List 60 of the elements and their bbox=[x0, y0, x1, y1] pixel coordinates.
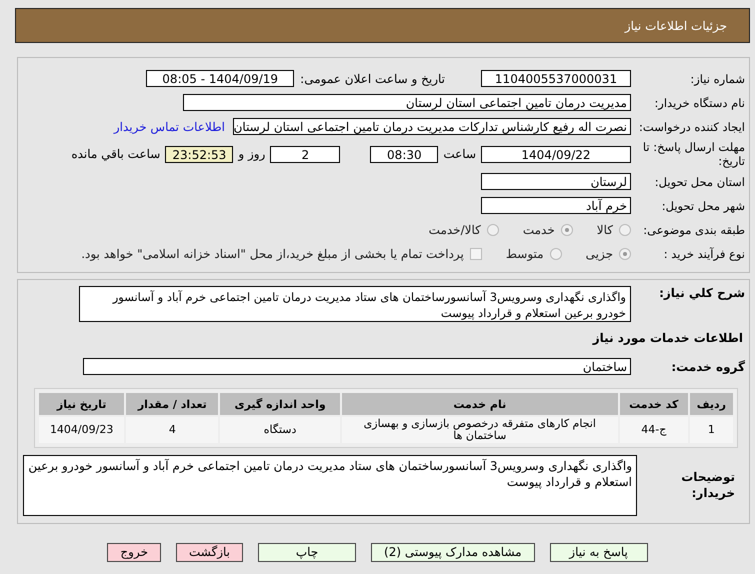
need-number-field: 1104005537000031 bbox=[481, 70, 631, 87]
column-header: تاریخ نیاز bbox=[39, 393, 124, 415]
action-button[interactable]: پاسخ به نیاز bbox=[550, 543, 648, 562]
field-label: ساعت باقي مانده bbox=[71, 147, 160, 161]
radio-button[interactable] bbox=[619, 248, 631, 260]
radio-label: کالا bbox=[596, 222, 613, 236]
page-title: جزئیات اطلاعات نیاز bbox=[624, 18, 727, 32]
column-header: تعداد / مقدار bbox=[126, 393, 218, 415]
notes-text-area[interactable]: واگذاری نگهداری وسرویس3 آسانسورساختمان های ستاد مدیریت درمان تامین اجتماعی خرم آباد و آسانسور خودرو برعین استعلام و قرارداد پیوست bbox=[23, 455, 637, 516]
field-label: ایجاد کننده درخواست: bbox=[638, 120, 746, 134]
table-cell: ج-44 bbox=[620, 417, 688, 443]
table-cell: 4 bbox=[126, 417, 218, 443]
checkbox[interactable] bbox=[470, 248, 482, 260]
action-button[interactable]: بازگشت bbox=[176, 543, 243, 562]
radio-button[interactable] bbox=[550, 248, 562, 260]
field-label: شماره نیاز: bbox=[689, 72, 746, 86]
action-button[interactable]: خروج bbox=[107, 543, 161, 562]
radio-button[interactable] bbox=[619, 224, 631, 236]
field-label: روز و bbox=[238, 147, 266, 161]
column-header: نام خدمت bbox=[342, 393, 618, 415]
field-label: استان محل تحویل: bbox=[654, 174, 746, 188]
province-field: لرستان bbox=[481, 173, 631, 190]
field-label: ساعت bbox=[443, 147, 476, 161]
remaining-time-field: 23:52:53 bbox=[165, 146, 234, 162]
radio-button[interactable] bbox=[486, 224, 499, 236]
table-cell: 1404/09/23 bbox=[39, 417, 124, 443]
action-button[interactable]: مشاهده مدارک پیوستی (2) bbox=[371, 543, 535, 562]
field-label: شهر محل تحویل: bbox=[660, 198, 746, 212]
field-label: شرح کلي نياز: bbox=[658, 286, 746, 300]
radio-label: کالا/خدمت bbox=[428, 222, 481, 236]
deadline-date-field: 1404/09/22 bbox=[481, 146, 631, 162]
field-label: توضیحات خریدار: bbox=[680, 469, 736, 501]
deadline-time-field: 08:30 bbox=[370, 146, 438, 162]
table-cell: 1 bbox=[690, 417, 733, 443]
column-header: کد خدمت bbox=[620, 393, 688, 415]
field-label: تاریخ و ساعت اعلان عمومی: bbox=[300, 72, 445, 86]
checkbox-label: پرداخت تمام یا بخشی از مبلغ خرید،از محل "اسناد خزانه اسلامی" خواهد بود. bbox=[81, 246, 464, 260]
field-label: مهلت ارسال پاسخ: تا تاریخ: bbox=[642, 140, 746, 168]
days-field: 2 bbox=[270, 146, 340, 162]
table-cell: انجام کارهای متفرقه درخصوص بازسازی و بهسازی ساختمان ها bbox=[342, 417, 618, 443]
summary-text-area[interactable]: واگذاری نگهداری وسرویس3 آسانسورساختمان های ستاد مدیریت درمان تامین اجتماعی خرم آباد و آسانسور خودرو برعین استعلام و قرارداد پیوست bbox=[79, 286, 631, 322]
announce-date-field: 1404/09/19 - 08:05 bbox=[146, 70, 294, 87]
field-label: نوع فرآیند خرید : bbox=[662, 246, 746, 260]
buyer-field: مدیریت درمان تامین اجتماعی استان لرستان bbox=[183, 94, 631, 111]
contact-link[interactable]: اطلاعات تماس خریدار bbox=[114, 120, 225, 134]
field-label: گروه خدمت: bbox=[670, 360, 746, 374]
field-label: طبقه بندی موضوعی: bbox=[642, 222, 746, 236]
column-header: ردیف bbox=[690, 393, 733, 415]
creator-field: نصرت اله رفیع کارشناس تدارکات مدیریت درمان تامین اجتماعی استان لرستان bbox=[233, 118, 631, 135]
radio-button[interactable] bbox=[560, 224, 573, 236]
action-button[interactable]: چاپ bbox=[258, 543, 356, 562]
radio-label: متوسط bbox=[506, 246, 544, 260]
city-field: خرم آباد bbox=[481, 197, 631, 214]
radio-label: جزیی bbox=[586, 246, 613, 260]
table-cell: دستگاه bbox=[220, 417, 340, 443]
field-label: نام دستگاه خریدار: bbox=[653, 96, 746, 110]
service-group-field: ساختمان bbox=[83, 358, 631, 375]
section-heading: اطلاعات خدمات مورد نیاز bbox=[591, 330, 744, 347]
radio-label: خدمت bbox=[522, 222, 555, 236]
column-header: واحد اندازه گیری bbox=[220, 393, 340, 415]
